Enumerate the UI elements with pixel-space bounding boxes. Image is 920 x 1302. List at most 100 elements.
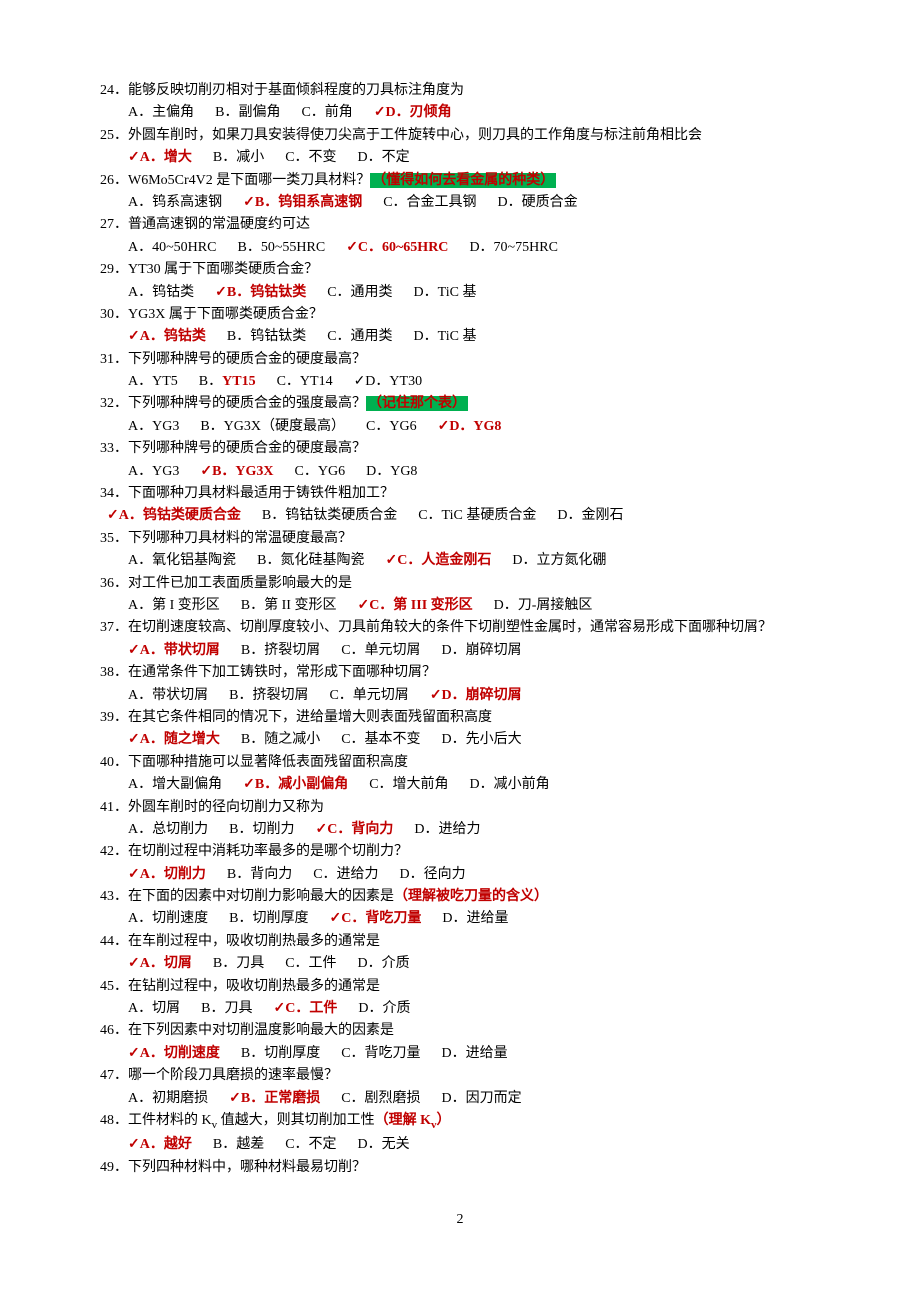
option: D．YG8: [366, 464, 417, 479]
page-number: 2: [100, 1209, 820, 1231]
option: D．因刀而定: [442, 1091, 522, 1106]
options: ✓A．切削速度 B．切削厚度 C．背吃刀量 D．进给量: [100, 1043, 820, 1065]
question: 33．下列哪种牌号的硬质合金的硬度最高？: [100, 438, 820, 460]
option: C．YT14: [277, 374, 333, 389]
option: ✓A．带状切屑: [128, 643, 220, 658]
question: 34．下面哪种刀具材料最适用于铸铁件粗加工？: [100, 483, 820, 505]
question: 25．外圆车削时，如果刀具安装得使刀尖高于工件旋转中心，则刀具的工作角度与标注前…: [100, 125, 820, 147]
question: 44．在车削过程中，吸收切削热最多的通常是: [100, 931, 820, 953]
option: B．挤裂切屑: [229, 688, 308, 703]
option: B．刀具: [213, 956, 264, 971]
question: 27．普通高速钢的常温硬度约可达: [100, 214, 820, 236]
option: C．通用类: [327, 285, 392, 300]
option: ✓D．YG8: [438, 419, 502, 434]
option: C．前角: [301, 105, 352, 120]
option: D．先小后大: [442, 732, 522, 747]
option: D．减小前角: [470, 777, 550, 792]
question: 31．下列哪种牌号的硬质合金的硬度最高？: [100, 349, 820, 371]
option: D．进给量: [442, 1046, 508, 1061]
option: ✓C．60~65HRC: [346, 240, 448, 255]
option: ✓C．人造金刚石: [385, 553, 491, 568]
question: 29．YT30 属于下面哪类硬质合金？: [100, 259, 820, 281]
option: ✓A．切削力: [128, 867, 206, 882]
option: C．YG6: [366, 419, 417, 434]
question: 37．在切削速度较高、切削厚度较小、刀具前角较大的条件下切削塑性金属时，通常容易…: [100, 617, 820, 639]
option: ✓C．工件: [273, 1001, 337, 1016]
option: ✓D．刃倾角: [374, 105, 452, 120]
option: D．刀-屑接触区: [494, 598, 593, 613]
option: A．YT5: [128, 374, 178, 389]
option: D．无关: [358, 1137, 410, 1152]
option: C．背吃刀量: [341, 1046, 420, 1061]
question: 43．在下面的因素中对切削力影响最大的因素是（理解被吃刀量的含义）: [100, 886, 820, 908]
options: ✓A．增大B．减小C．不变D．不定: [100, 147, 820, 169]
options: A．带状切屑 B．挤裂切屑 C．单元切屑 ✓D．崩碎切屑: [100, 685, 820, 707]
option: B．副偏角: [215, 105, 280, 120]
options: A．切屑B．刀具✓C．工件D．介质: [100, 998, 820, 1020]
option: B．YG3X（硬度最高）: [200, 419, 345, 434]
option: C．单元切屑: [341, 643, 420, 658]
option: D．介质: [358, 956, 410, 971]
option: C．剧烈磨损: [341, 1091, 420, 1106]
option: A．初期磨损: [128, 1091, 208, 1106]
question: 46．在下列因素中对切削温度影响最大的因素是: [100, 1020, 820, 1042]
option: ✓A．切削速度: [128, 1046, 220, 1061]
option: ✓C．第 III 变形区: [357, 598, 472, 613]
options: ✓A．钨钴类B．钨钴钛类C．通用类D．TiC 基: [100, 326, 820, 348]
option: B．刀具: [201, 1001, 252, 1016]
option: B．切削厚度: [241, 1046, 320, 1061]
option: D．不定: [358, 150, 410, 165]
options: A．YG3✓B．YG3XC．YG6D．YG8: [100, 461, 820, 483]
options: ✓A．随之增大B．随之减小C．基本不变D．先小后大: [100, 729, 820, 751]
option: D．70~75HRC: [469, 240, 557, 255]
options: ✓A．越好B．越差C．不定D．无关: [100, 1134, 820, 1156]
option: D．进给量: [442, 911, 508, 926]
question: 41．外圆车削时的径向切削力又称为: [100, 797, 820, 819]
options: ✓A．带状切屑B．挤裂切屑C．单元切屑D．崩碎切屑: [100, 640, 820, 662]
option: A．总切削力: [128, 822, 208, 837]
option: D．进给力: [414, 822, 480, 837]
option: C．增大前角: [369, 777, 448, 792]
option: A．切削速度: [128, 911, 208, 926]
option: ✓B．钨钴钛类: [215, 285, 306, 300]
option: B．切削厚度: [229, 911, 308, 926]
option: A．带状切屑: [128, 688, 208, 703]
option: ✓C．背向力: [315, 822, 393, 837]
options: A．氧化铝基陶瓷B．氮化硅基陶瓷✓C．人造金刚石D．立方氮化硼: [100, 550, 820, 572]
option: B．第 II 变形区: [241, 598, 337, 613]
option: A．钨系高速钢: [128, 195, 222, 210]
option: D．硬质合金: [498, 195, 578, 210]
option: C．进给力: [313, 867, 378, 882]
option: ✓A．越好: [128, 1137, 192, 1152]
option: ✓B．正常磨损: [229, 1091, 320, 1106]
option: A．切屑: [128, 1001, 180, 1016]
question: 45．在钻削过程中，吸收切削热最多的通常是: [100, 976, 820, 998]
option: C．基本不变: [341, 732, 420, 747]
options: A．40~50HRCB．50~55HRC✓C．60~65HRCD．70~75HR…: [100, 237, 820, 259]
option: D．径向力: [400, 867, 466, 882]
options: A．钨系高速钢 ✓B．钨钼系高速钢 C．合金工具钢 D．硬质合金: [100, 192, 820, 214]
option: ✓B．钨钼系高速钢: [243, 195, 362, 210]
option: C．不定: [285, 1137, 336, 1152]
option: A．YG3: [128, 464, 179, 479]
option: C．通用类: [327, 329, 392, 344]
option: D．TiC 基: [414, 329, 477, 344]
options: A．总切削力B．切削力✓C．背向力D．进给力: [100, 819, 820, 841]
option: C．单元切屑: [329, 688, 408, 703]
option: D．TiC 基: [414, 285, 477, 300]
option: C．不变: [285, 150, 336, 165]
question: 38．在通常条件下加工铸铁时，常形成下面哪种切屑？: [100, 662, 820, 684]
question: 49．下列四种材料中，哪种材料最易切削？: [100, 1157, 820, 1179]
option: ✓D．崩碎切屑: [430, 688, 522, 703]
options: A．YG3B．YG3X（硬度最高）C．YG6✓D．YG8: [100, 416, 820, 438]
options: A．增大副偏角✓B．减小副偏角C．增大前角D．减小前角: [100, 774, 820, 796]
question: 35．下列哪种刀具材料的常温硬度最高？: [100, 528, 820, 550]
option: ✓C．背吃刀量: [329, 911, 421, 926]
options: A．主偏角B．副偏角C．前角✓D．刃倾角: [100, 102, 820, 124]
option: B．随之减小: [241, 732, 320, 747]
question: 24．能够反映切削刃相对于基面倾斜程度的刀具标注角度为: [100, 80, 820, 102]
option: D．崩碎切屑: [442, 643, 522, 658]
question: 40．下面哪种措施可以显著降低表面残留面积高度: [100, 752, 820, 774]
option: C．合金工具钢: [383, 195, 476, 210]
option: ✓B．减小副偏角: [243, 777, 348, 792]
